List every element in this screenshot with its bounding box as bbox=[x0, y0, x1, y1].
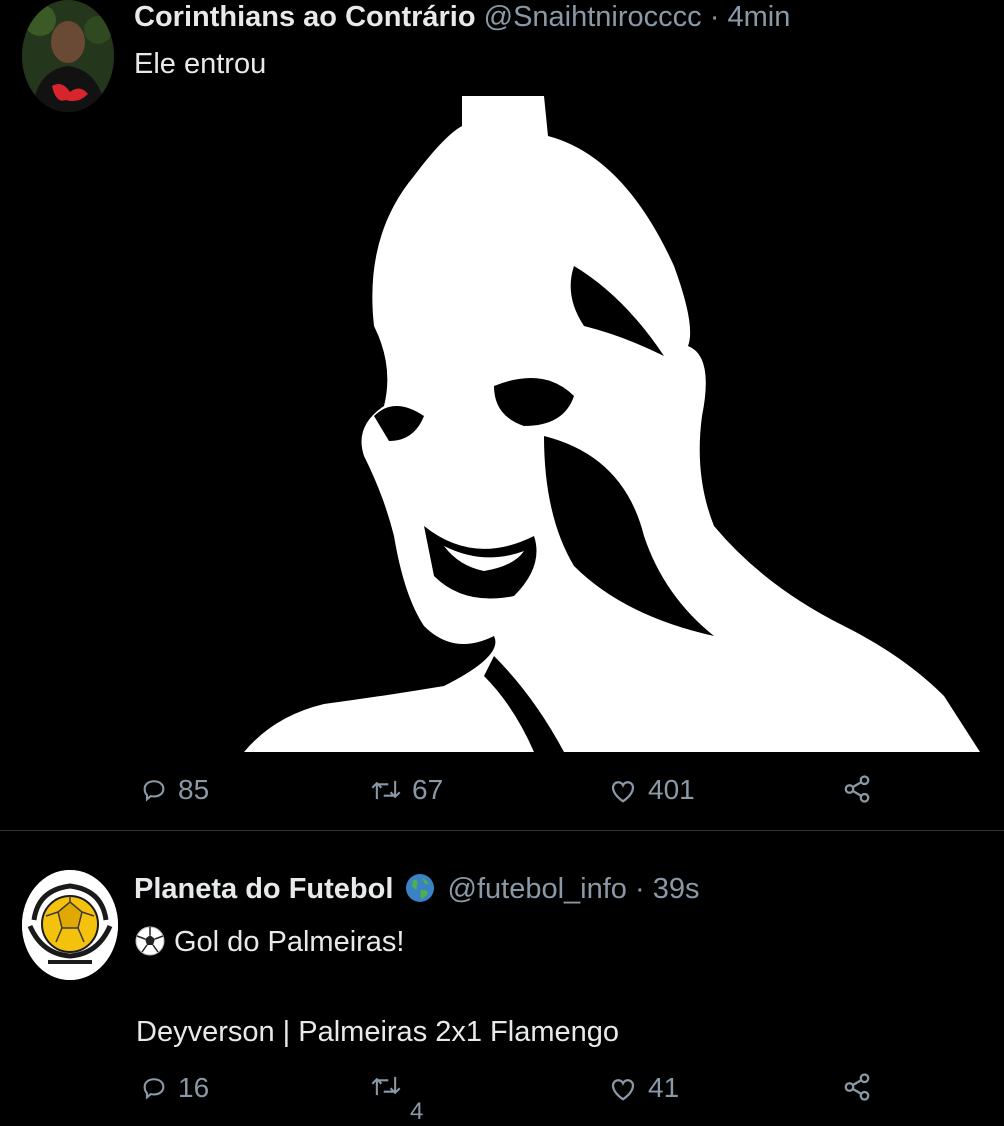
globe-icon bbox=[406, 874, 435, 902]
like-icon bbox=[611, 781, 635, 803]
tweet-text: Ele entrou bbox=[134, 48, 267, 80]
retweet-count: 67 bbox=[412, 774, 444, 805]
tweet-text: Gol do Palmeiras! bbox=[174, 926, 405, 958]
reply-count: 16 bbox=[178, 1072, 210, 1103]
separator: · bbox=[709, 1, 720, 33]
author-name[interactable]: Planeta do Futebol bbox=[134, 873, 393, 905]
retweet-button[interactable]: 4 bbox=[370, 1072, 425, 1125]
author-handle[interactable]: @futebol_info bbox=[448, 873, 627, 905]
tweet-text-line2: Deyverson | Palmeiras 2x1 Flamengo bbox=[136, 1016, 620, 1048]
like-button[interactable]: 41 bbox=[608, 1072, 679, 1104]
retweet-button[interactable]: 67 bbox=[370, 774, 443, 806]
like-button[interactable]: 401 bbox=[608, 774, 695, 806]
reply-count: 85 bbox=[178, 774, 210, 805]
author-name[interactable]: Corinthians ao Contrário bbox=[134, 1, 476, 33]
avatar[interactable] bbox=[22, 870, 118, 980]
timestamp[interactable]: 39s bbox=[653, 873, 700, 905]
tweet[interactable]: Corinthians ao Contrário @Snaihtnirocccc… bbox=[0, 0, 1004, 830]
retweet-count: 4 bbox=[410, 1098, 424, 1125]
share-button[interactable] bbox=[842, 1072, 882, 1102]
reply-icon bbox=[143, 1078, 165, 1100]
tweet-header: Planeta do Futebol @futebol_info · 39s bbox=[134, 872, 700, 906]
timestamp[interactable]: 4min bbox=[727, 1, 790, 33]
retweet-icon bbox=[371, 780, 401, 800]
tweet[interactable]: Planeta do Futebol @futebol_info · 39s G… bbox=[0, 832, 1004, 1125]
retweet-icon bbox=[371, 1076, 401, 1096]
like-count: 41 bbox=[648, 1072, 680, 1103]
reply-button[interactable]: 85 bbox=[140, 774, 209, 806]
tweet-header: Corinthians ao Contrário @Snaihtnirocccc… bbox=[134, 0, 790, 34]
reply-button[interactable]: 16 bbox=[140, 1072, 209, 1104]
like-count: 401 bbox=[648, 774, 695, 805]
divider bbox=[0, 830, 1004, 831]
avatar[interactable] bbox=[22, 0, 114, 112]
tweet-text-line1: Gol do Palmeiras! bbox=[134, 924, 405, 960]
tweet-image[interactable] bbox=[244, 96, 986, 756]
reply-icon bbox=[143, 780, 165, 802]
author-handle[interactable]: @Snaihtnirocccc bbox=[484, 1, 702, 33]
like-icon bbox=[611, 1079, 635, 1101]
share-icon bbox=[844, 1073, 870, 1101]
tweet-actions: 16 4 41 bbox=[0, 1072, 1004, 1125]
soccer-ball-icon bbox=[135, 926, 165, 956]
share-button[interactable] bbox=[842, 774, 882, 804]
share-icon bbox=[844, 775, 870, 803]
tweet-actions: 85 67 401 bbox=[0, 774, 1004, 814]
separator: · bbox=[635, 873, 645, 905]
